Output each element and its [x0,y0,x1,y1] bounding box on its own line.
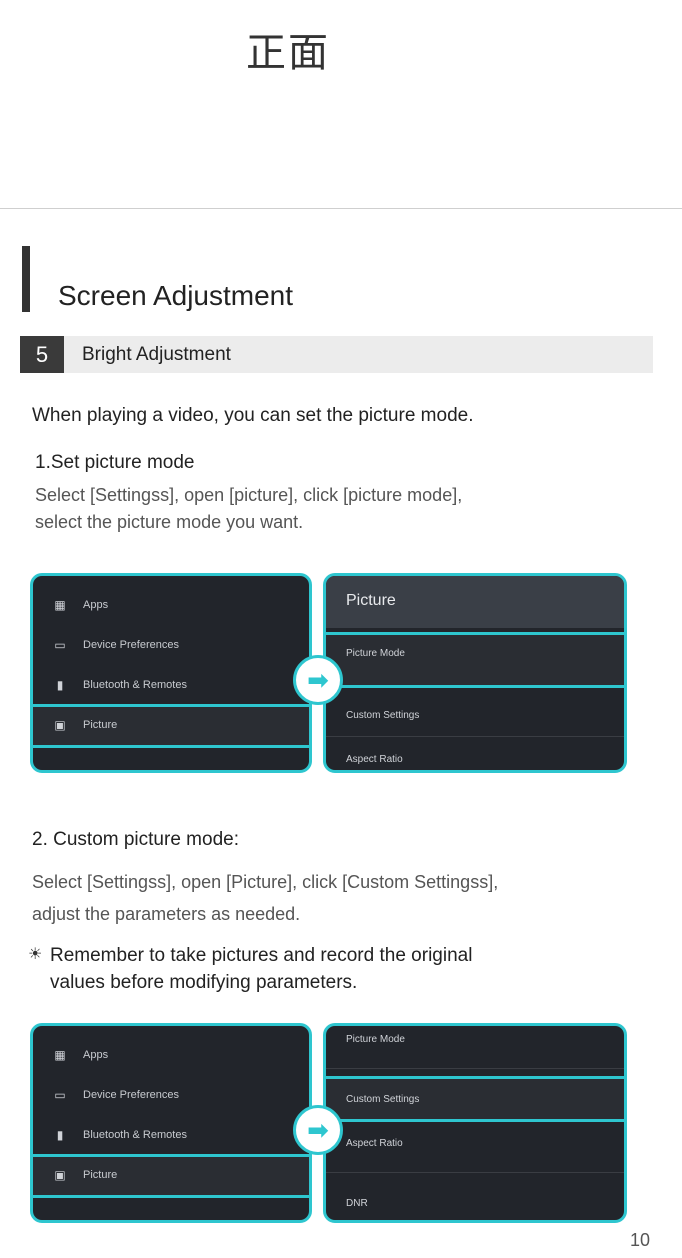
aspect-ratio-item[interactable]: Aspect Ratio [346,1138,403,1149]
menu-item-bluetooth-remotes[interactable]: ▮ Bluetooth & Remotes [53,1120,187,1150]
picture-icon: ▣ [54,1168,66,1182]
menu-item-label: Bluetooth & Remotes [83,1129,187,1141]
page-title: Screen Adjustment [58,280,294,311]
menu-item-label: Picture [83,1169,118,1181]
menu-item-bluetooth-remotes[interactable]: ▮ Bluetooth & Remotes [53,670,187,700]
menu-item-device-preferences[interactable]: ▭ Device Preferences [53,630,179,660]
step1-heading: 1.Set picture mode [35,452,195,473]
section-number: 5 [20,336,64,373]
menu-item-device-preferences[interactable]: ▭ Device Preferences [53,1080,179,1110]
menu-item-picture[interactable]: ▣ Picture [53,710,117,740]
row-divider [326,1068,624,1069]
aspect-ratio-item[interactable]: Aspect Ratio [346,754,403,765]
menu-item-label: Apps [83,1049,109,1061]
lightbulb-icon: ☀ [28,946,43,963]
settings-menu-panel-2: ▦ Apps ▭ Device Preferences ▮ Bluetooth … [30,1023,312,1223]
step2-heading: 2. Custom picture mode: [32,829,239,850]
step2-body-line: Select [Settingss], open [Picture], clic… [32,872,499,892]
picture-panel-2: Picture Mode Custom Settings Aspect Rati… [323,1023,627,1223]
title-accent-bar [22,246,30,312]
menu-item-apps[interactable]: ▦ Apps [53,590,108,620]
custom-settings-item[interactable]: Custom Settings [346,1094,419,1105]
step1-body-line: Select [Settingss], open [picture], clic… [35,485,463,505]
picture-mode-item[interactable]: Picture Mode [346,648,405,659]
remote-icon: ▮ [56,1128,64,1142]
divider [0,208,682,209]
row-divider [326,1172,624,1173]
selected-row-highlight [326,632,624,688]
tip-line: values before modifying parameters. [50,972,358,993]
page-number: 10 [630,1230,651,1250]
picture-icon: ▣ [54,718,66,732]
menu-item-label: Device Preferences [83,639,179,651]
menu-item-label: Apps [83,599,109,611]
page-side-mark: 正面 [246,30,330,76]
monitor-icon: ▭ [54,1088,66,1102]
apps-grid-icon: ▦ [54,598,66,612]
monitor-icon: ▭ [54,638,66,652]
dnr-item[interactable]: DNR [346,1198,368,1209]
step2-body-line: adjust the parameters as needed. [32,904,301,924]
section-label: Bright Adjustment [82,344,231,365]
arrow-right-icon: ➡ [293,1105,343,1155]
menu-item-label: Picture [83,719,118,731]
picture-mode-item[interactable]: Picture Mode [346,1034,405,1045]
step1-body-line: select the picture mode you want. [35,512,304,532]
step1-body: Select [Settingss], open [picture], clic… [35,482,635,536]
arrow-right-icon: ➡ [293,655,343,705]
step2-body: Select [Settingss], open [Picture], clic… [32,866,632,930]
settings-menu-panel-1: ▦ Apps ▭ Device Preferences ▮ Bluetooth … [30,573,312,773]
tip-line: Remember to take pictures and record the… [50,945,473,966]
menu-item-picture[interactable]: ▣ Picture [53,1160,117,1190]
tip-text: Remember to take pictures and record the… [50,942,610,996]
custom-settings-item[interactable]: Custom Settings [346,710,419,721]
apps-grid-icon: ▦ [54,1048,66,1062]
remote-icon: ▮ [56,678,64,692]
picture-panel-1: Picture Picture Mode Custom Settings Asp… [323,573,627,773]
menu-item-label: Bluetooth & Remotes [83,679,187,691]
row-divider [326,736,624,737]
intro-text: When playing a video, you can set the pi… [32,405,474,426]
menu-item-apps[interactable]: ▦ Apps [53,1040,108,1070]
menu-item-label: Device Preferences [83,1089,179,1101]
picture-panel-title: Picture [346,592,396,609]
